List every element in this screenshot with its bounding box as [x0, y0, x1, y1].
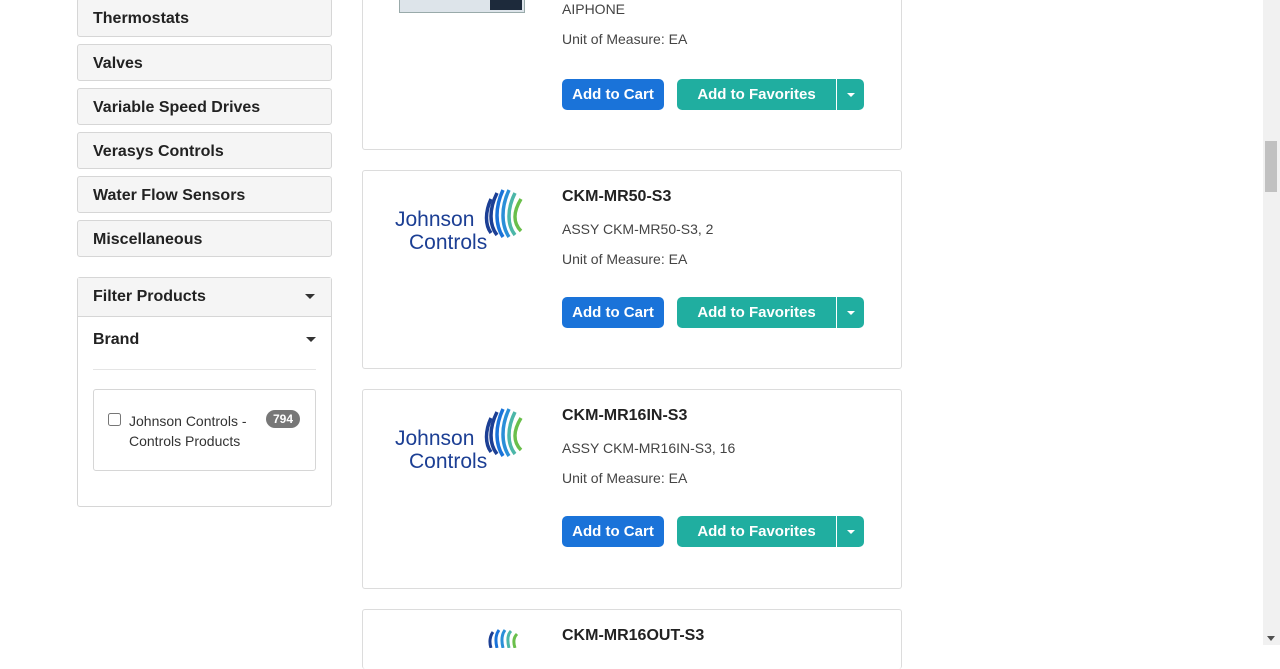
category-water-flow-sensors[interactable]: Water Flow Sensors — [77, 176, 332, 213]
brand-checkbox[interactable] — [108, 413, 121, 426]
johnson-controls-logo: Johnson Controls — [395, 408, 523, 473]
product-uom: Unit of Measure: EA — [562, 470, 688, 486]
category-thermostats[interactable]: Thermostats — [77, 0, 332, 37]
product-card: AIPHONE Unit of Measure: EA Add to Cart … — [362, 0, 902, 150]
svg-text:Controls: Controls — [409, 231, 487, 254]
category-valves[interactable]: Valves — [77, 44, 332, 81]
add-to-cart-button[interactable]: Add to Cart — [562, 297, 664, 328]
count-badge: 794 — [265, 410, 300, 428]
category-variable-speed-drives[interactable]: Variable Speed Drives — [77, 88, 332, 125]
favorites-dropdown-button[interactable] — [837, 79, 864, 110]
add-to-cart-button[interactable]: Add to Cart — [562, 516, 664, 547]
category-verasys-controls[interactable]: Verasys Controls — [77, 132, 332, 169]
product-uom: Unit of Measure: EA — [562, 251, 688, 267]
product-uom: Unit of Measure: EA — [562, 31, 688, 47]
scrollbar-thumb[interactable] — [1265, 141, 1277, 192]
favorites-dropdown-button[interactable] — [837, 516, 864, 547]
add-to-favorites-button[interactable]: Add to Favorites — [677, 516, 836, 547]
category-list: Thermostats Valves Variable Speed Drives… — [77, 0, 332, 264]
johnson-controls-logo — [488, 629, 519, 648]
product-card: Johnson Controls CKM-MR16IN-S3 ASSY CKM-… — [362, 389, 902, 589]
product-card: Johnson Controls CKM-MR50-S3 ASSY CKM-MR… — [362, 170, 902, 369]
product-name[interactable]: CKM-MR50-S3 — [562, 188, 671, 206]
filter-panel: Filter Products Brand Johnson Controls -… — [77, 277, 332, 507]
add-to-favorites-button[interactable]: Add to Favorites — [677, 79, 836, 110]
product-description: AIPHONE — [562, 1, 626, 17]
product-description: ASSY CKM-MR50-S3, 2 — [562, 221, 714, 237]
brand-title: Brand — [93, 331, 140, 348]
svg-text:Johnson: Johnson — [395, 427, 474, 450]
svg-text:Johnson: Johnson — [395, 208, 474, 231]
johnson-controls-logo: Johnson Controls — [395, 189, 523, 254]
product-description: ASSY CKM-MR16IN-S3, 16 — [562, 440, 736, 456]
caret-down-icon — [847, 311, 855, 315]
brand-facet-label: Johnson Controls - Controls Products — [129, 413, 247, 449]
product-name[interactable]: CKM-MR16OUT-S3 — [562, 627, 704, 645]
product-image — [399, 0, 525, 13]
favorites-dropdown-button[interactable] — [837, 297, 864, 328]
product-name[interactable]: CKM-MR16IN-S3 — [562, 407, 687, 425]
caret-down-icon — [847, 93, 855, 97]
scroll-down-arrow-icon[interactable] — [1267, 636, 1275, 641]
svg-text:Controls: Controls — [409, 450, 487, 473]
brand-facet: Johnson Controls - Controls Products 794 — [93, 389, 316, 471]
filter-products-title: Filter Products — [93, 288, 206, 305]
caret-down-icon — [847, 530, 855, 534]
add-to-favorites-button[interactable]: Add to Favorites — [677, 297, 836, 328]
page-scrollbar[interactable] — [1263, 0, 1280, 645]
brand-header[interactable]: Brand — [93, 317, 316, 370]
add-to-cart-button[interactable]: Add to Cart — [562, 79, 664, 110]
caret-down-icon — [305, 294, 315, 299]
filter-products-header[interactable]: Filter Products — [78, 278, 331, 317]
category-miscellaneous[interactable]: Miscellaneous — [77, 220, 332, 257]
caret-down-icon — [306, 337, 316, 342]
product-card: CKM-MR16OUT-S3 — [362, 609, 902, 669]
